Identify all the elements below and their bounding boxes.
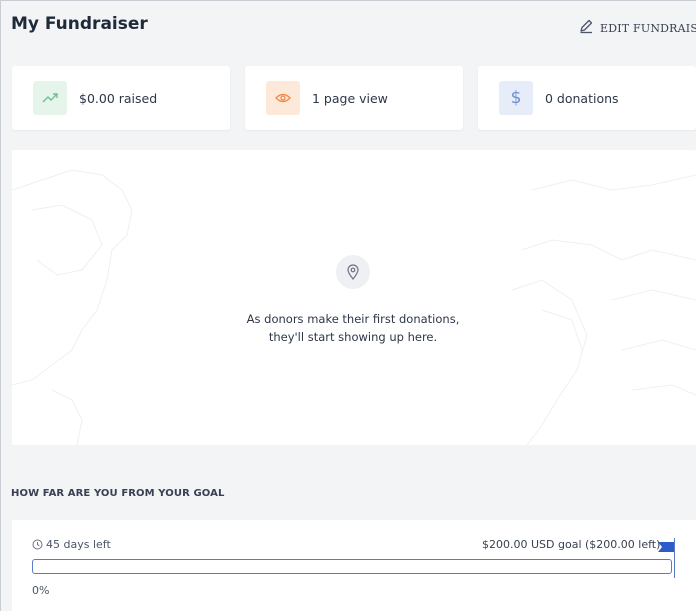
- donor-map: As donors make their first donations, th…: [12, 150, 696, 445]
- stat-raised-label: $0.00 raised: [79, 90, 158, 106]
- days-left: 45 days left: [32, 538, 111, 551]
- days-left-label: 45 days left: [46, 538, 111, 551]
- stat-donations-label: 0 donations: [545, 90, 619, 106]
- dollar-icon: $: [499, 81, 533, 115]
- goal-flag-icon: [658, 537, 674, 556]
- goal-section-heading: HOW FAR ARE YOU FROM YOUR GOAL: [11, 488, 225, 499]
- stat-card-donations: $ 0 donations: [478, 66, 696, 130]
- page-title: My Fundraiser: [11, 14, 148, 34]
- window-border-top: [0, 0, 696, 1]
- stat-card-views: 1 page view: [245, 66, 463, 130]
- clock-icon: [32, 539, 43, 550]
- goal-flag-pole: [674, 538, 675, 578]
- pencil-icon: [578, 18, 594, 38]
- edit-fundraiser-button[interactable]: EDIT FUNDRAISER: [578, 18, 696, 38]
- window-border-left: [0, 0, 1, 611]
- trending-up-icon: [33, 81, 67, 115]
- map-pin-icon: [336, 255, 370, 289]
- goal-amount: $200.00 USD goal ($200.00 left): [482, 538, 661, 551]
- edit-fundraiser-label: EDIT FUNDRAISER: [600, 21, 696, 35]
- goal-progress-bar: [32, 559, 672, 574]
- stat-card-raised: $0.00 raised: [12, 66, 230, 130]
- goal-progress-percent: 0%: [32, 584, 50, 597]
- map-message-line1: As donors make their first donations,: [246, 312, 460, 326]
- eye-icon: [266, 81, 300, 115]
- goal-card: 45 days left $200.00 USD goal ($200.00 l…: [12, 520, 696, 611]
- map-message-line2: they'll start showing up here.: [268, 330, 438, 344]
- stat-views-label: 1 page view: [312, 90, 388, 106]
- world-map-outline: [12, 169, 696, 445]
- map-empty-message: As donors make their first donations, th…: [202, 310, 504, 346]
